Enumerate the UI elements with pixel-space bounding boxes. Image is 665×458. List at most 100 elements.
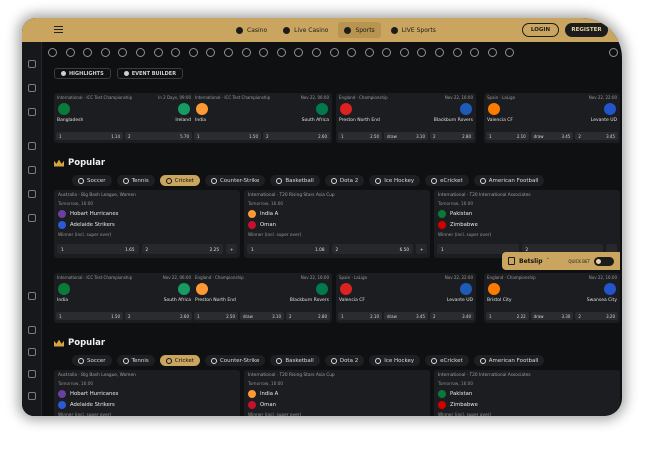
popular-match-card[interactable]: Australia · Big Bash League, Women Tomorr… — [54, 370, 240, 416]
menu-icon[interactable] — [54, 26, 63, 33]
odds-button-1[interactable]: 1 2.50 — [338, 132, 382, 140]
cup-icon[interactable] — [28, 84, 36, 92]
betslip-bar[interactable]: Betslip ˄ QUICK BET — [502, 252, 620, 270]
odds-button-2[interactable]: 2 2.60 — [125, 312, 192, 320]
odds-button-draw[interactable]: draw 3.10 — [240, 312, 284, 320]
dice-icon[interactable] — [28, 166, 36, 174]
odds-button-2[interactable]: 2 3.40 — [430, 312, 474, 320]
sport-pill-cricket[interactable]: Cricket — [159, 355, 200, 366]
snooker-icon[interactable] — [399, 47, 409, 57]
sport-pill-counter-strike[interactable]: Counter-Strike — [204, 175, 266, 186]
top-match-card[interactable]: International · ICC Test Championship Nov… — [192, 93, 332, 143]
odds-button-draw[interactable]: draw 3.45 — [384, 312, 428, 320]
baseball-icon[interactable] — [206, 47, 216, 57]
odds-button-2[interactable]: 2 6.50 — [331, 244, 413, 254]
popular-match-card[interactable]: International · T20 International Associ… — [434, 370, 620, 416]
odds-button-1[interactable]: 1 2.10 — [486, 132, 529, 140]
sport-pill-american-football[interactable]: American Football — [473, 175, 545, 186]
odds-button-2[interactable]: 2 3.45 — [575, 132, 619, 140]
table-tennis-icon[interactable] — [311, 47, 321, 57]
badminton-icon[interactable] — [329, 47, 339, 57]
sport-pill-soccer[interactable]: Soccer — [72, 355, 112, 366]
volleyball-icon[interactable] — [241, 47, 251, 57]
cards-icon[interactable] — [28, 142, 36, 150]
quick-bet-toggle[interactable] — [594, 256, 614, 266]
home-icon[interactable] — [48, 47, 57, 57]
top-match-card[interactable]: Spain · LaLiga Nov 22, 22:00 Valencia CF Le… — [336, 273, 476, 323]
esports-icon[interactable] — [347, 47, 357, 57]
odds-button-2[interactable]: 2 2.60 — [263, 132, 330, 140]
odds-button-2[interactable]: 2 3.20 — [575, 312, 619, 320]
dice-icon[interactable] — [28, 348, 36, 356]
sport-pill-dota-2[interactable]: Dota 2 — [324, 355, 365, 366]
odds-button-1[interactable]: 1 1.08 — [247, 244, 329, 254]
odds-button-1[interactable]: 1 1.50 — [194, 132, 261, 140]
soccer-icon[interactable] — [153, 47, 163, 57]
odds-button-draw[interactable]: draw 3.30 — [530, 312, 574, 320]
sport-pill-cricket[interactable]: Cricket — [159, 175, 200, 186]
odds-button-1[interactable]: 1 2.10 — [338, 312, 382, 320]
boot-icon[interactable] — [28, 292, 36, 300]
hockey-icon[interactable] — [135, 47, 145, 57]
popular-match-card[interactable]: International · T20 International Associ… — [434, 190, 620, 258]
top-match-card[interactable]: International · ICC Test Championship Nov… — [54, 273, 194, 323]
chat-icon[interactable] — [28, 392, 36, 400]
odds-button-1[interactable]: 1 2.22 — [486, 312, 529, 320]
odds-button-draw[interactable]: draw 3.10 — [384, 132, 428, 140]
popular-match-card[interactable]: International · T20 Rising Stars Asia Cu… — [244, 370, 430, 416]
grid-icon[interactable] — [65, 47, 75, 57]
sport-pill-ice-hockey[interactable]: Ice Hockey — [369, 355, 421, 366]
sport-pill-tennis[interactable]: Tennis — [116, 355, 155, 366]
odds-button-1[interactable]: 1 1.65 — [57, 244, 139, 254]
sport-pill-soccer[interactable]: Soccer — [72, 175, 112, 186]
sport-pill-dota-2[interactable]: Dota 2 — [324, 175, 365, 186]
mma-icon[interactable] — [364, 47, 374, 57]
motorsport-icon[interactable] — [435, 47, 445, 57]
boxing-icon[interactable] — [470, 47, 480, 57]
search-icon[interactable] — [609, 47, 618, 57]
odds-button-2[interactable]: 2 2.80 — [430, 132, 474, 140]
more-markets-button[interactable]: + — [226, 244, 237, 254]
ticket-icon[interactable] — [100, 47, 110, 57]
sport-pill-basketball[interactable]: Basketball — [270, 175, 320, 186]
tab-highlights[interactable]: HIGHLIGHTS — [54, 68, 111, 79]
top-match-card[interactable]: International · ICC Test Championship In … — [54, 93, 194, 143]
sport-pill-counter-strike[interactable]: Counter-Strike — [204, 355, 266, 366]
top-match-card[interactable]: England · Championship Nov 22, 16:00 Brist… — [484, 273, 620, 323]
sport-pill-ecricket[interactable]: eCricket — [425, 355, 469, 366]
cards-icon[interactable] — [28, 326, 36, 334]
home-icon[interactable] — [28, 60, 36, 68]
chat-icon[interactable] — [28, 214, 36, 222]
boot-icon[interactable] — [28, 108, 36, 116]
futsal-icon[interactable] — [417, 47, 427, 57]
odds-button-1[interactable]: 1 1.50 — [56, 312, 123, 320]
darts-icon[interactable] — [294, 47, 304, 57]
boot-icon[interactable] — [118, 47, 128, 57]
more-markets-button[interactable]: + — [416, 244, 427, 254]
sport-pill-ecricket[interactable]: eCricket — [425, 175, 469, 186]
more-icon[interactable] — [505, 47, 515, 57]
sport-pill-ice-hockey[interactable]: Ice Hockey — [369, 175, 421, 186]
chess-icon[interactable] — [487, 47, 497, 57]
nav-sports[interactable]: Sports — [338, 22, 381, 38]
odds-button-1[interactable]: 1 2.50 — [194, 312, 238, 320]
register-button[interactable]: REGISTER — [565, 23, 608, 37]
odds-button-2[interactable]: 2 5.70 — [125, 132, 192, 140]
basketball-icon[interactable] — [188, 47, 198, 57]
popular-match-card[interactable]: International · T20 Rising Stars Asia Cu… — [244, 190, 430, 258]
golf-icon[interactable] — [276, 47, 286, 57]
tennis-icon[interactable] — [171, 47, 181, 57]
sport-pill-basketball[interactable]: Basketball — [270, 355, 320, 366]
popular-match-card[interactable]: Australia · Big Bash League, Women Tomorr… — [54, 190, 240, 258]
odds-button-draw[interactable]: draw 3.45 — [530, 132, 574, 140]
odds-button-1[interactable]: 1 1.14 — [56, 132, 123, 140]
nav-live-sports[interactable]: LIVE Sports — [385, 22, 442, 38]
cycling-icon[interactable] — [452, 47, 462, 57]
tab-event-builder[interactable]: EVENT BUILDER — [116, 68, 184, 79]
top-match-card[interactable]: Spain · LaLiga Nov 22, 22:00 Valencia CF Le… — [484, 93, 620, 143]
rugby-icon[interactable] — [382, 47, 392, 57]
nav-live-casino[interactable]: Live Casino — [277, 22, 334, 38]
sport-pill-tennis[interactable]: Tennis — [116, 175, 155, 186]
top-match-card[interactable]: England · Championship Nov 22, 16:00 Prest… — [192, 273, 332, 323]
login-button[interactable]: LOGIN — [522, 23, 559, 37]
